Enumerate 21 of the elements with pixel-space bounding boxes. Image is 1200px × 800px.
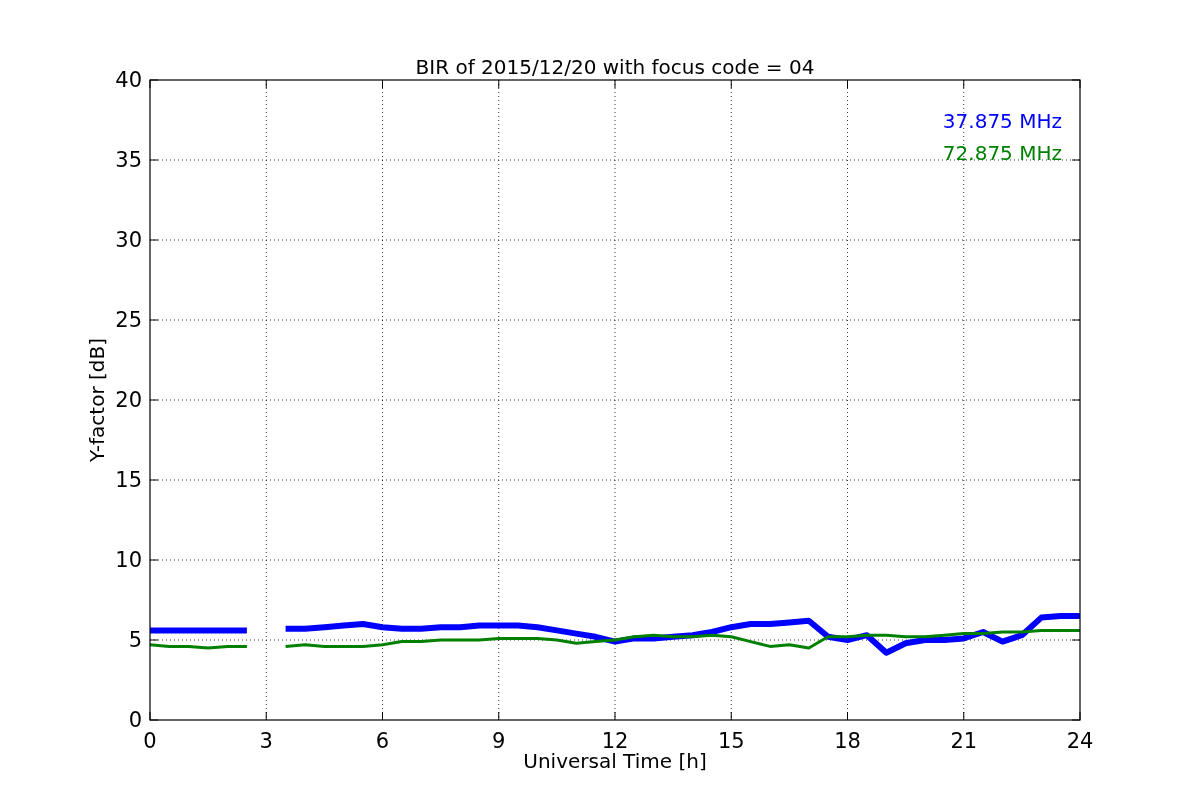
tick-label: 35 <box>115 148 142 172</box>
tick-label: 15 <box>717 729 745 753</box>
tick-label: 10 <box>115 548 142 572</box>
legend-label: 72.875 MHz <box>942 141 1062 165</box>
tick-label: 0 <box>143 729 157 753</box>
tick-label: 15 <box>115 468 142 492</box>
tick-label: 6 <box>375 729 390 753</box>
legend-label: 37.875 MHz <box>942 109 1062 133</box>
tick-label: 20 <box>115 388 142 412</box>
tick-label: 0 <box>128 708 142 732</box>
tick-label: 18 <box>834 729 861 753</box>
tick-label: 3 <box>259 729 273 753</box>
tick-label: 5 <box>128 628 142 652</box>
tick-label: 30 <box>115 228 142 252</box>
tick-label: 40 <box>115 68 142 92</box>
tick-label: 21 <box>950 729 978 753</box>
axis-label: Y-factor [dB] <box>85 338 109 462</box>
tick-label: 24 <box>1066 729 1094 753</box>
chart-title: BIR of 2015/12/20 with focus code = 04 <box>415 55 815 79</box>
tick-label: 9 <box>492 729 506 753</box>
tick-label: 25 <box>115 308 142 332</box>
